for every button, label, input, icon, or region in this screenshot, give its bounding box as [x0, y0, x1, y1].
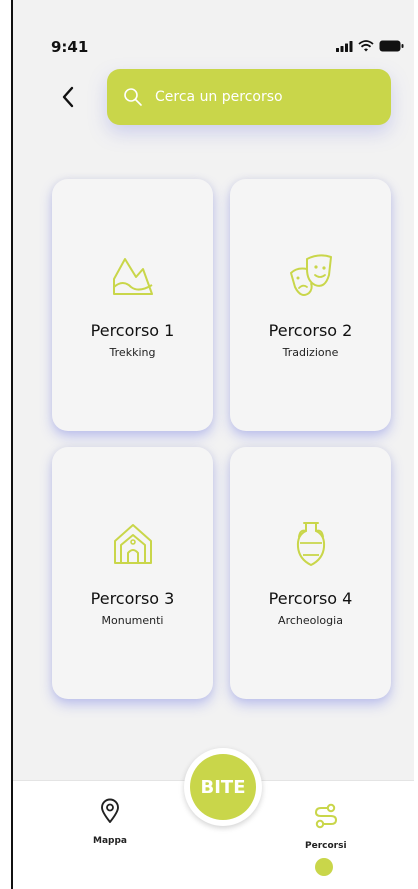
nav-item-percorsi[interactable]: Percorsi — [305, 803, 347, 851]
card-title: Percorso 3 — [90, 589, 175, 608]
card-subtitle: Monumenti — [101, 614, 164, 627]
chevron-left-icon — [62, 86, 74, 108]
status-icons — [336, 40, 404, 52]
card-subtitle: Tradizione — [282, 346, 339, 359]
card-subtitle: Trekking — [109, 346, 156, 359]
amphora-icon — [296, 522, 325, 566]
status-time: 9:41 — [51, 38, 89, 56]
bite-logo: BITE — [190, 754, 256, 820]
mountain-icon — [112, 258, 153, 295]
signal-icon — [336, 40, 353, 52]
map-pin-icon — [101, 798, 119, 823]
route-card-4[interactable]: Percorso 4 Archeologia — [230, 447, 391, 699]
route-card-1[interactable]: Percorso 1 Trekking — [52, 179, 213, 431]
search-input[interactable] — [153, 88, 357, 106]
wifi-icon — [358, 40, 374, 52]
card-title: Percorso 1 — [90, 321, 175, 340]
search-bar[interactable] — [107, 69, 391, 125]
nav-item-mappa[interactable]: Mappa — [93, 798, 127, 846]
card-title: Percorso 4 — [268, 589, 353, 608]
card-title: Percorso 2 — [268, 321, 353, 340]
battery-icon — [379, 40, 404, 52]
route-card-3[interactable]: Percorso 3 Monumenti — [52, 447, 213, 699]
search-icon — [124, 88, 142, 106]
back-button[interactable] — [53, 80, 83, 114]
active-indicator — [315, 858, 333, 876]
card-subtitle: Archeologia — [278, 614, 343, 627]
app-frame: 9:41 Cerca un percorso Percorso 1 Trekki… — [0, 0, 418, 889]
bite-home-button[interactable]: BITE — [184, 748, 262, 826]
nav-label-percorsi: Percorsi — [305, 841, 347, 851]
theater-masks-icon — [289, 254, 332, 296]
phone-screen: 9:41 Cerca un percorso Percorso 1 Trekki… — [13, 0, 414, 889]
bite-logo-text: BITE — [200, 776, 246, 798]
nav-label-mappa: Mappa — [93, 836, 127, 846]
route-icon — [314, 803, 337, 829]
church-icon — [113, 524, 152, 564]
route-card-2[interactable]: Percorso 2 Tradizione — [230, 179, 391, 431]
